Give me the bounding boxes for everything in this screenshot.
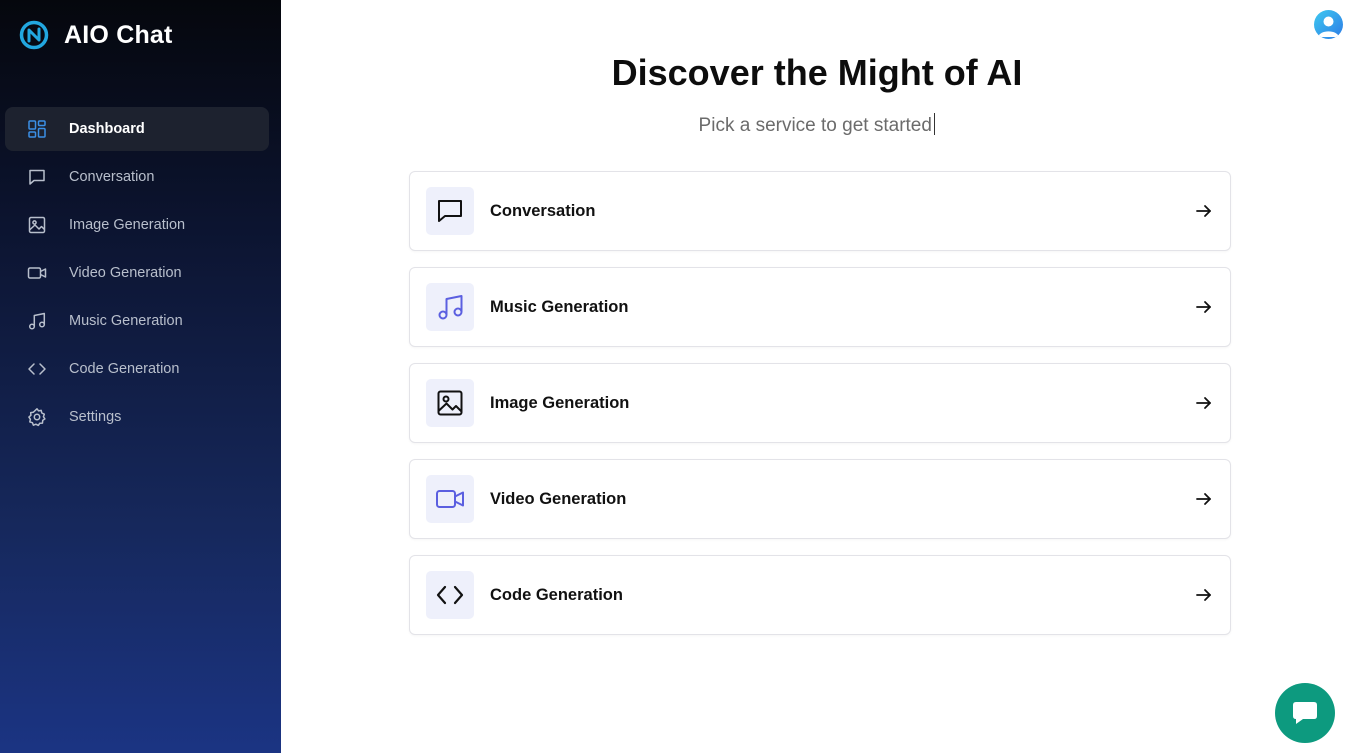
arrow-right-icon <box>1196 205 1211 217</box>
sidebar-item-label: Image Generation <box>69 217 186 233</box>
sidebar-item-conversation[interactable]: Conversation <box>5 155 269 199</box>
sidebar-item-music-generation[interactable]: Music Generation <box>5 299 269 343</box>
service-card-music-generation[interactable]: Music Generation <box>409 267 1231 347</box>
service-card-video-generation[interactable]: Video Generation <box>409 459 1231 539</box>
service-card-label: Video Generation <box>490 489 627 508</box>
sidebar-item-label: Video Generation <box>69 265 182 281</box>
sidebar-item-dashboard[interactable]: Dashboard <box>5 107 269 151</box>
chat-bubble-icon <box>27 167 47 187</box>
code-icon <box>426 571 474 619</box>
sidebar: AIO Chat Dashboard Conversation Image Ge… <box>0 0 281 753</box>
page-title: Discover the Might of AI <box>611 52 1023 93</box>
page-subtitle: Pick a service to get started <box>281 113 1353 137</box>
sidebar-item-label: Code Generation <box>69 361 180 377</box>
subtitle-text: Pick a service to get started <box>698 115 932 136</box>
sidebar-item-video-generation[interactable]: Video Generation <box>5 251 269 295</box>
chat-widget-button[interactable] <box>1275 683 1335 743</box>
arrow-right-icon <box>1196 589 1211 601</box>
service-card-label: Code Generation <box>490 585 623 604</box>
user-avatar-icon[interactable] <box>1314 10 1343 39</box>
service-card-label: Conversation <box>490 201 596 220</box>
image-icon <box>27 215 47 235</box>
gear-icon <box>27 407 47 427</box>
sidebar-item-label: Conversation <box>69 169 155 185</box>
arrow-right-icon <box>1196 397 1211 409</box>
app-name: AIO Chat <box>64 20 173 49</box>
typing-cursor <box>933 113 936 135</box>
video-camera-icon <box>27 263 47 283</box>
service-card-label: Image Generation <box>490 393 630 412</box>
sidebar-item-label: Music Generation <box>69 313 183 329</box>
sidebar-item-settings[interactable]: Settings <box>5 395 269 439</box>
aio-logo-icon <box>19 20 49 50</box>
code-icon <box>27 359 47 379</box>
brand[interactable]: AIO Chat <box>18 19 173 51</box>
service-card-label: Music Generation <box>490 297 629 316</box>
service-card-code-generation[interactable]: Code Generation <box>409 555 1231 635</box>
sidebar-item-label: Settings <box>69 409 122 425</box>
main-content: Discover the Might of AI Pick a service … <box>281 0 1353 753</box>
music-note-icon <box>27 311 47 331</box>
image-icon <box>426 379 474 427</box>
dashboard-grid-icon <box>27 119 47 139</box>
music-note-icon <box>426 283 474 331</box>
sidebar-item-code-generation[interactable]: Code Generation <box>5 347 269 391</box>
sidebar-item-image-generation[interactable]: Image Generation <box>5 203 269 247</box>
sidebar-nav: Dashboard Conversation Image Generation <box>5 107 269 443</box>
service-card-image-generation[interactable]: Image Generation <box>409 363 1231 443</box>
chat-widget-icon <box>1293 702 1317 724</box>
service-card-conversation[interactable]: Conversation <box>409 171 1231 251</box>
video-camera-icon <box>426 475 474 523</box>
arrow-right-icon <box>1196 493 1211 505</box>
service-list: Conversation Music Generation Image Gene… <box>409 171 1231 651</box>
sidebar-item-label: Dashboard <box>69 121 145 137</box>
chat-bubble-icon <box>426 187 474 235</box>
arrow-right-icon <box>1196 301 1211 313</box>
